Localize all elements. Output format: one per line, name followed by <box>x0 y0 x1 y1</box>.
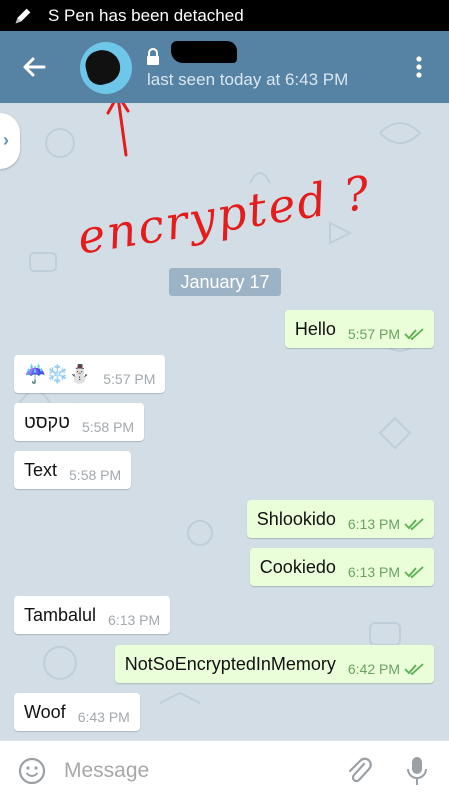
message-text: Hello <box>294 318 336 339</box>
message-text: NotSoEncryptedInMemory <box>124 653 336 674</box>
message-text: טקסט <box>24 411 70 432</box>
arrow-back-icon[interactable] <box>18 51 50 83</box>
read-checkmarks-icon <box>404 517 424 530</box>
incoming-message[interactable]: Woof 6:43 PM <box>14 693 140 731</box>
message-text: Text <box>24 459 58 480</box>
status-bar: S Pen has been detached <box>0 0 449 31</box>
last-seen-status: last seen today at 6:43 PM <box>147 70 349 89</box>
chat-area[interactable]: › January 17 Hello 5:57 PM ☔❄️⛄ 5:57 PM טקסט… <box>0 103 449 740</box>
message-time: 6:42 PM <box>347 661 400 677</box>
incoming-message[interactable]: ☔❄️⛄ 5:57 PM <box>14 355 166 393</box>
outgoing-message[interactable]: Hello 5:57 PM <box>284 310 434 348</box>
incoming-message[interactable]: Tambalul 6:13 PM <box>14 596 171 634</box>
read-checkmarks-icon <box>404 565 424 578</box>
message-text: ☔❄️⛄ <box>24 363 92 384</box>
lock-icon <box>147 48 159 65</box>
outgoing-message[interactable]: NotSoEncryptedInMemory 6:42 PM <box>114 645 434 683</box>
read-checkmarks-icon <box>404 327 424 340</box>
outgoing-message[interactable]: Cookiedo 6:13 PM <box>249 548 434 586</box>
message-text: Shlookido <box>256 508 336 529</box>
microphone-icon[interactable] <box>405 755 429 787</box>
read-checkmarks-icon <box>404 662 424 675</box>
outgoing-message[interactable]: Shlookido 6:13 PM <box>246 500 434 538</box>
more-vertical-icon[interactable] <box>404 51 434 83</box>
status-notification: S Pen has been detached <box>48 5 244 25</box>
contact-name-redacted[interactable] <box>171 41 237 63</box>
message-time: 5:58 PM <box>69 467 122 483</box>
chat-header: last seen today at 6:43 PM <box>0 31 449 103</box>
message-composer <box>0 740 449 800</box>
paperclip-icon[interactable] <box>345 756 373 786</box>
incoming-message[interactable]: Text 5:58 PM <box>14 451 132 489</box>
message-time: 5:58 PM <box>81 419 135 435</box>
message-text: Woof <box>24 701 66 722</box>
message-time: 6:13 PM <box>108 612 161 628</box>
message-time: 6:13 PM <box>347 564 400 580</box>
message-text: Cookiedo <box>259 556 336 577</box>
message-time: 5:57 PM <box>103 371 156 387</box>
avatar[interactable] <box>80 42 132 94</box>
smiley-icon[interactable] <box>18 757 46 785</box>
incoming-message[interactable]: טקסט 5:58 PM <box>14 403 145 441</box>
message-text: Tambalul <box>24 604 97 625</box>
pen-icon <box>15 8 31 23</box>
message-time: 6:13 PM <box>347 516 400 532</box>
message-time: 6:43 PM <box>77 709 130 725</box>
date-separator: January 17 <box>169 268 281 296</box>
message-input[interactable] <box>64 755 324 787</box>
message-time: 5:57 PM <box>347 326 400 342</box>
